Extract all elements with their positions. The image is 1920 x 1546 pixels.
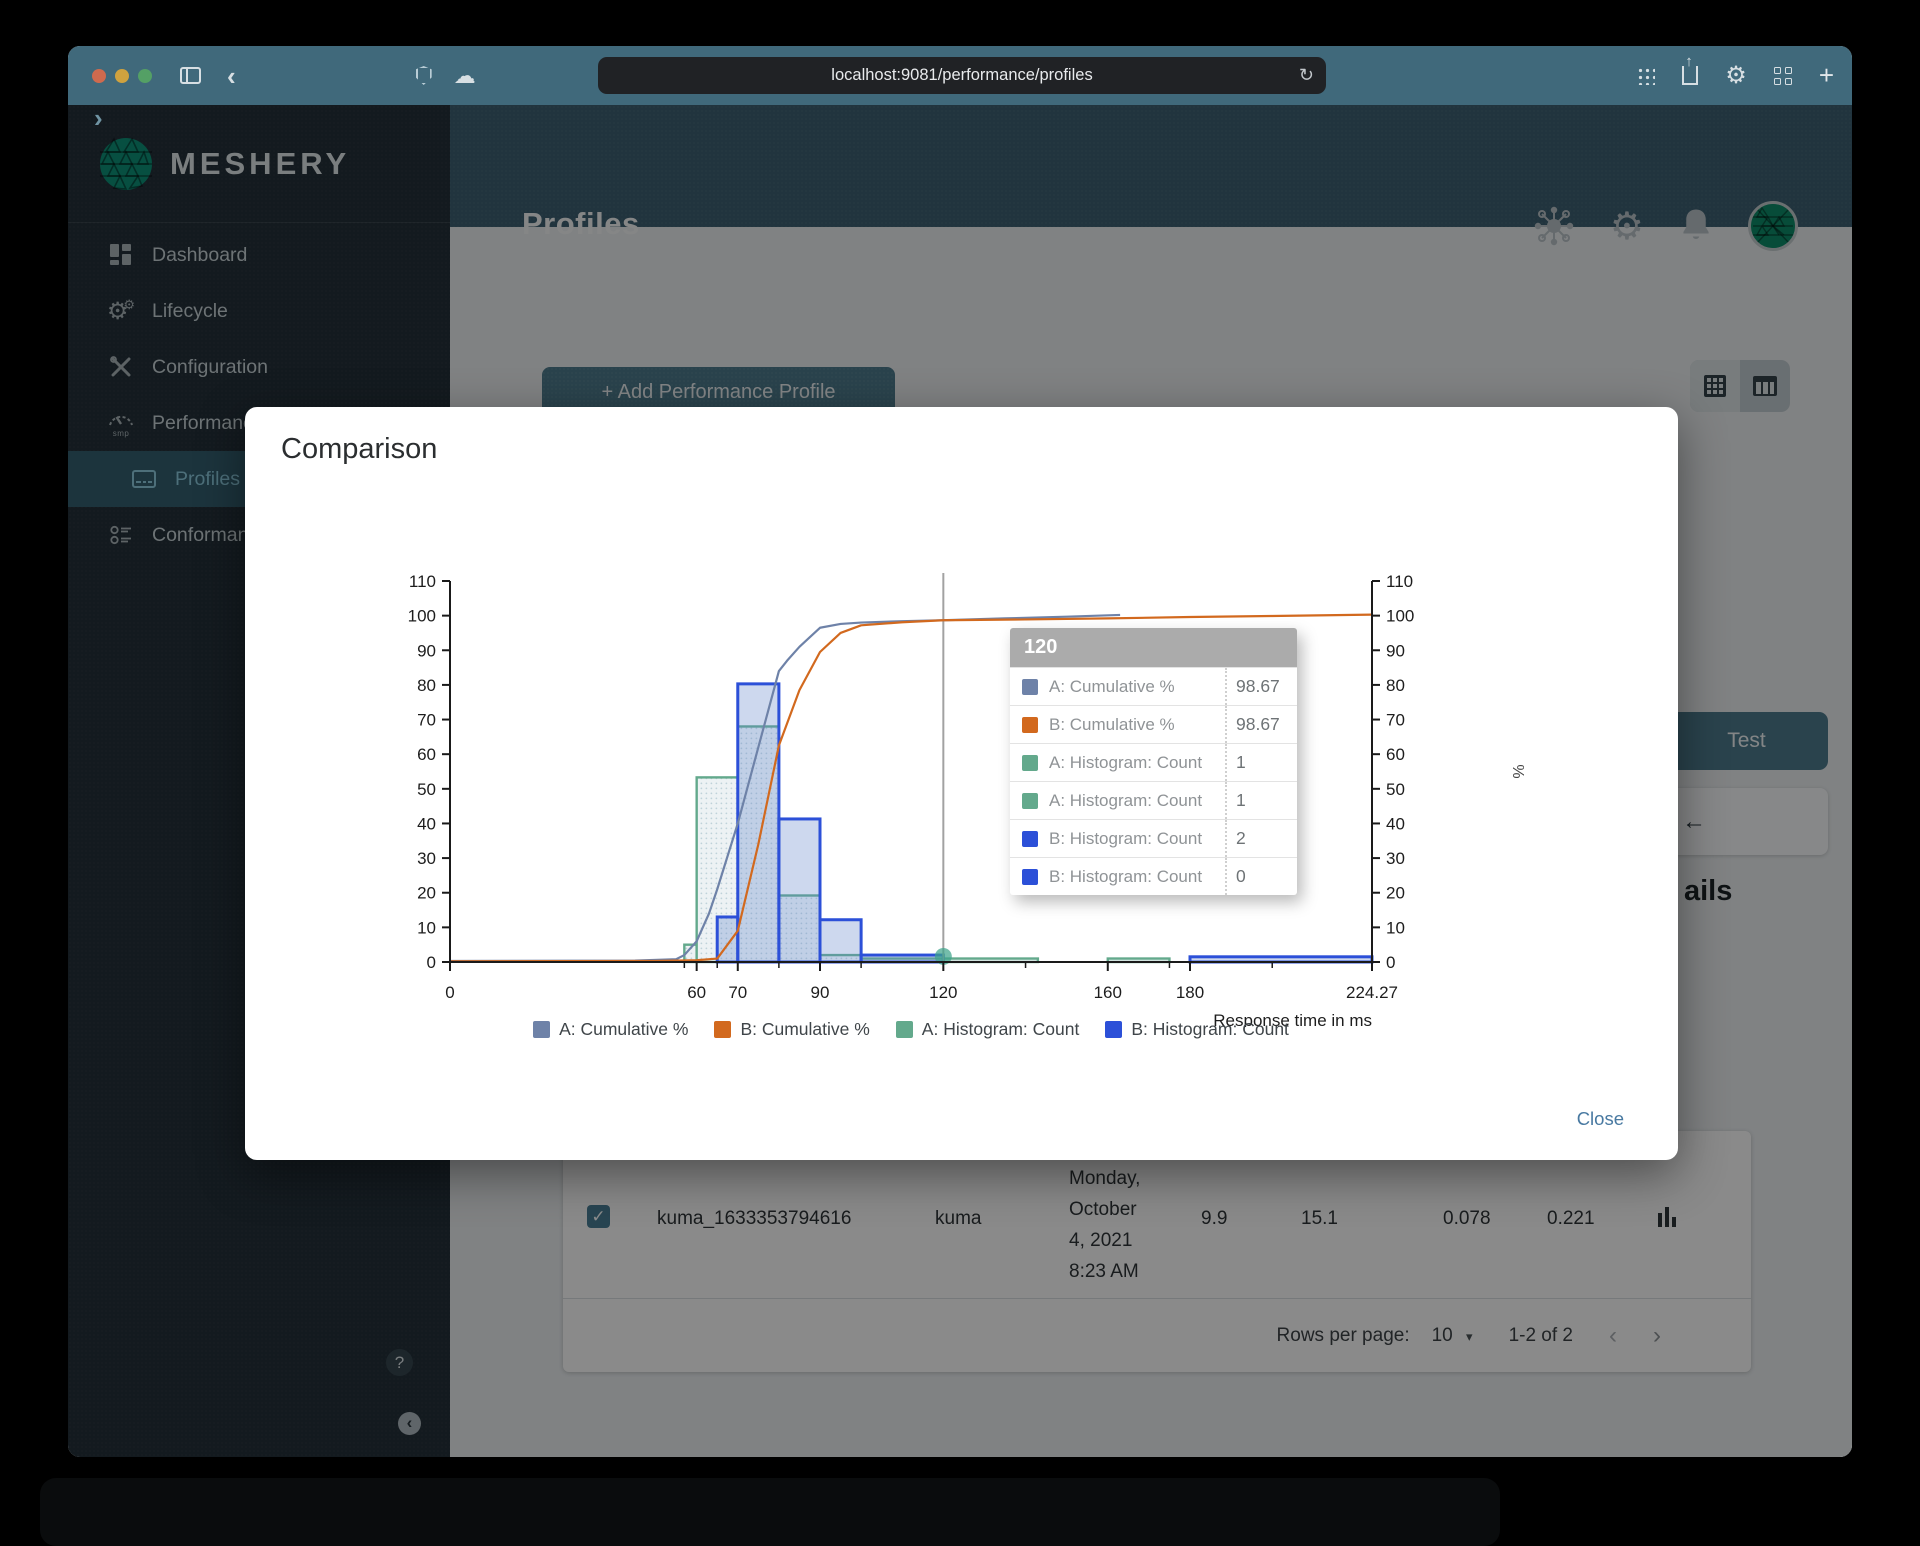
svg-text:70: 70 — [1386, 711, 1405, 730]
svg-text:100: 100 — [408, 607, 436, 626]
tooltip-swatch-icon — [1022, 792, 1038, 809]
url-text: localhost:9081/performance/profiles — [831, 66, 1093, 84]
comparison-modal: Comparison 0 0 10 10 20 20 30 30 40 40 50 50 60 60 70 7… — [245, 407, 1678, 1160]
svg-text:80: 80 — [417, 676, 436, 695]
tooltip-row: A: Histogram: Count 1 — [1010, 781, 1297, 819]
close-window-button[interactable] — [92, 68, 106, 83]
traffic-lights — [92, 68, 152, 83]
zoom-window-button[interactable] — [138, 68, 152, 83]
tooltip-swatch-icon — [1022, 868, 1038, 885]
legend-swatch-icon — [1105, 1021, 1123, 1038]
svg-text:70: 70 — [417, 711, 436, 730]
reload-icon[interactable]: ↻ — [1299, 65, 1314, 86]
share-icon[interactable] — [1682, 53, 1699, 85]
legend-item: B: Cumulative % — [714, 1019, 870, 1040]
legend-swatch-icon — [714, 1021, 732, 1038]
tooltip-row: A: Histogram: Count 1 — [1010, 743, 1297, 781]
svg-text:20: 20 — [1386, 884, 1405, 903]
svg-text:20: 20 — [417, 884, 436, 903]
privacy-shield-icon[interactable] — [415, 66, 432, 85]
svg-text:50: 50 — [417, 780, 436, 799]
tooltip-swatch-icon — [1022, 678, 1038, 695]
new-tab-icon[interactable]: + — [1819, 60, 1834, 91]
svg-text:10: 10 — [1386, 918, 1405, 937]
tooltip-row: A: Cumulative % 98.67 — [1010, 667, 1297, 705]
legend-item: A: Histogram: Count — [895, 1019, 1079, 1040]
svg-text:60: 60 — [417, 745, 436, 764]
legend-item: A: Cumulative % — [533, 1019, 688, 1040]
svg-text:0: 0 — [1386, 953, 1395, 972]
address-bar[interactable]: localhost:9081/performance/profiles ↻ — [598, 57, 1326, 94]
extensions-grid-icon[interactable] — [1636, 66, 1656, 85]
svg-text:40: 40 — [1386, 814, 1405, 833]
svg-text:100: 100 — [1386, 607, 1414, 626]
svg-text:30: 30 — [1386, 849, 1405, 868]
chart-legend: A: Cumulative % B: Cumulative % A: Histo… — [450, 1019, 1372, 1040]
browser-sidebar-icon[interactable] — [180, 67, 201, 84]
svg-text:30: 30 — [417, 849, 436, 868]
svg-text:0: 0 — [427, 953, 436, 972]
svg-text:10: 10 — [417, 918, 436, 937]
svg-text:70: 70 — [728, 983, 747, 1002]
legend-swatch-icon — [533, 1021, 551, 1038]
tooltip-header: 120 — [1010, 628, 1297, 667]
browser-toolbar: ‹ › ☁ localhost:9081/performance/profile… — [68, 46, 1852, 131]
svg-text:110: 110 — [409, 572, 436, 591]
back-icon[interactable]: ‹ — [227, 63, 236, 89]
svg-text:90: 90 — [1386, 641, 1405, 660]
tooltip-swatch-icon — [1022, 754, 1038, 771]
comparison-chart[interactable]: 0 010 1020 2030 3040 4050 5060 6070 7080 8090 9010… — [375, 557, 1535, 1027]
svg-text:50: 50 — [1386, 780, 1405, 799]
tab-overview-icon[interactable] — [1773, 66, 1792, 85]
tooltip-row: B: Histogram: Count 2 — [1010, 819, 1297, 857]
legend-swatch-icon — [895, 1021, 913, 1038]
svg-text:224.27: 224.27 — [1346, 983, 1398, 1002]
modal-title: Comparison — [281, 433, 438, 465]
svg-text:80: 80 — [1386, 676, 1405, 695]
svg-text:110: 110 — [1386, 572, 1413, 591]
legend-item: B: Histogram: Count — [1105, 1019, 1289, 1040]
svg-text:90: 90 — [417, 641, 436, 660]
chart-tooltip: 120 A: Cumulative % 98.67 B: Cumulative … — [1010, 628, 1297, 895]
browser-window: ‹ › ☁ localhost:9081/performance/profile… — [68, 46, 1852, 1457]
minimize-window-button[interactable] — [115, 68, 129, 83]
svg-text:160: 160 — [1094, 983, 1122, 1002]
svg-text:60: 60 — [687, 983, 706, 1002]
svg-text:60: 60 — [1386, 745, 1405, 764]
browser-settings-icon[interactable]: ⚙ — [1725, 61, 1747, 90]
svg-text:90: 90 — [811, 983, 830, 1002]
svg-text:120: 120 — [929, 983, 957, 1002]
tooltip-row: B: Histogram: Count 0 — [1010, 857, 1297, 895]
tooltip-row: B: Cumulative % 98.67 — [1010, 705, 1297, 743]
svg-text:%: % — [1509, 764, 1526, 778]
tooltip-swatch-icon — [1022, 830, 1038, 847]
icloud-icon[interactable]: ☁ — [454, 63, 476, 89]
background-window-silhouette — [40, 1478, 1500, 1546]
tooltip-swatch-icon — [1022, 716, 1038, 733]
svg-text:180: 180 — [1176, 983, 1204, 1002]
svg-text:40: 40 — [417, 814, 436, 833]
svg-text:0: 0 — [445, 983, 454, 1002]
close-button[interactable]: Close — [1565, 1100, 1636, 1138]
